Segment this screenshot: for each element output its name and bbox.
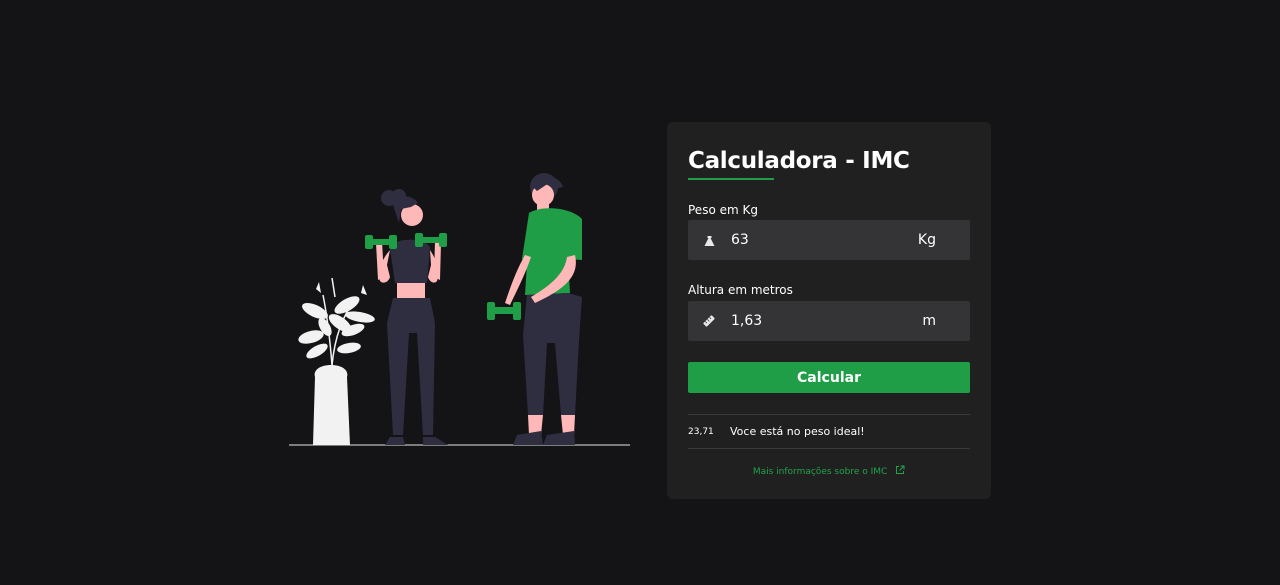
page: Calculadora - IMC Peso em Kg Kg Altura e… bbox=[0, 0, 1280, 585]
weight-field[interactable]: Kg bbox=[688, 220, 970, 260]
fitness-illustration bbox=[289, 173, 630, 446]
result-message: Voce está no peso ideal! bbox=[730, 425, 865, 438]
imc-card: Calculadora - IMC Peso em Kg Kg Altura e… bbox=[667, 122, 991, 499]
weight-icon bbox=[701, 232, 717, 248]
more-info-link[interactable]: Mais informações sobre o IMC bbox=[667, 465, 991, 478]
calculate-button[interactable]: Calcular bbox=[688, 362, 970, 393]
height-input[interactable] bbox=[731, 313, 901, 329]
man-figure bbox=[487, 173, 582, 445]
weight-input[interactable] bbox=[731, 232, 901, 248]
imc-value: 23,71 bbox=[688, 426, 714, 437]
more-info-label: Mais informações sobre o IMC bbox=[752, 467, 888, 477]
external-link-icon bbox=[895, 465, 905, 478]
page-title: Calculadora - IMC bbox=[688, 148, 910, 174]
height-label: Altura em metros bbox=[688, 283, 793, 297]
weight-label: Peso em Kg bbox=[688, 203, 758, 217]
ruler-icon bbox=[701, 313, 717, 329]
weight-unit: Kg bbox=[917, 232, 936, 248]
woman-figure bbox=[365, 189, 448, 445]
height-unit: m bbox=[922, 313, 936, 329]
plant bbox=[298, 277, 375, 445]
result-row: 23,71 Voce está no peso ideal! bbox=[688, 414, 970, 449]
title-underline bbox=[688, 178, 774, 180]
vase bbox=[313, 365, 350, 445]
height-field[interactable]: m bbox=[688, 301, 970, 341]
